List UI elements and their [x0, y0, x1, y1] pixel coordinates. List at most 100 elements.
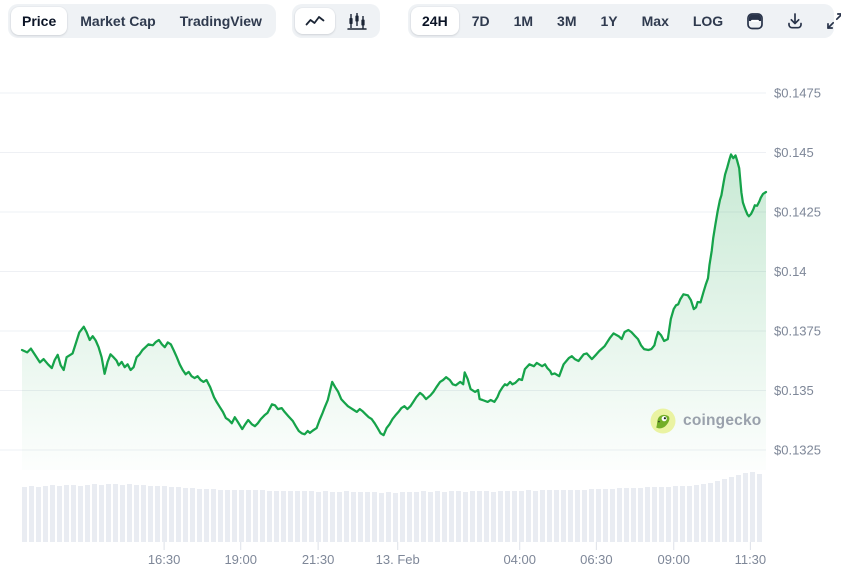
volume-bar	[729, 477, 734, 542]
x-axis-label: 11:30	[735, 552, 767, 567]
tab-tradingview[interactable]: TradingView	[169, 7, 273, 35]
range-1y[interactable]: 1Y	[590, 7, 629, 35]
volume-bar	[295, 491, 300, 542]
x-axis-label: 13. Feb	[376, 552, 420, 567]
range-24h[interactable]: 24H	[411, 7, 459, 35]
download-icon	[785, 11, 805, 31]
volume-bar	[428, 492, 433, 542]
volume-bar	[519, 491, 524, 542]
x-axis-label: 06:30	[580, 552, 613, 567]
volume-bar	[442, 492, 447, 542]
volume-bar	[645, 487, 650, 542]
y-axis-label: $0.1475	[774, 86, 821, 101]
x-axis-label: 09:00	[657, 552, 690, 567]
volume-bar	[113, 484, 118, 542]
volume-bar	[435, 491, 440, 542]
range-log[interactable]: LOG	[682, 7, 734, 35]
download-button[interactable]	[776, 7, 814, 35]
volume-bar	[197, 489, 202, 542]
candlestick-chart-button[interactable]	[337, 8, 377, 34]
volume-bar	[309, 491, 314, 542]
range-1m[interactable]: 1M	[503, 7, 544, 35]
range-3m[interactable]: 3M	[546, 7, 587, 35]
volume-bar	[274, 491, 279, 542]
volume-bar	[43, 486, 48, 542]
x-axis-label: 21:30	[302, 552, 335, 567]
volume-bar	[470, 491, 475, 542]
volume-bar	[624, 488, 629, 542]
volume-bar	[246, 490, 251, 542]
volume-bar	[477, 491, 482, 542]
price-chart-panel: $0.1475$0.145$0.1425$0.14$0.1375$0.135$0…	[0, 0, 841, 577]
volume-bar	[680, 486, 685, 542]
volume-bar	[512, 491, 517, 542]
x-axis-label: 16:30	[148, 552, 181, 567]
chart-toolbar: Price Market Cap TradingView	[0, 0, 841, 42]
volume-bar	[316, 492, 321, 542]
volume-bar	[183, 488, 188, 542]
price-chart[interactable]: $0.1475$0.145$0.1425$0.14$0.1375$0.135$0…	[0, 0, 841, 577]
volume-bar	[393, 493, 398, 542]
volume-bar	[694, 485, 699, 542]
volume-bar	[547, 490, 552, 542]
volume-bar	[169, 487, 174, 542]
volume-bar	[92, 484, 97, 542]
volume-bar	[617, 488, 622, 542]
y-axis-label: $0.145	[774, 145, 814, 160]
volume-bar	[288, 491, 293, 542]
volume-bar	[127, 484, 132, 542]
volume-bar	[330, 492, 335, 542]
volume-bar	[337, 492, 342, 542]
volume-bar	[540, 490, 545, 542]
volume-bar	[22, 487, 27, 542]
volume-bar	[533, 491, 538, 542]
volume-bar	[50, 485, 55, 542]
volume-bar	[400, 492, 405, 542]
y-axis-label: $0.1375	[774, 324, 821, 339]
volume-bar	[666, 487, 671, 542]
y-axis-label: $0.1325	[774, 443, 821, 458]
calendar-icon	[745, 11, 765, 31]
time-range-tabs: 24H 7D 1M 3M 1Y Max LOG	[408, 4, 834, 38]
volume-bar	[232, 490, 237, 542]
volume-bar	[351, 492, 356, 542]
volume-bar	[568, 490, 573, 542]
volume-bar	[78, 486, 83, 542]
volume-bar	[190, 488, 195, 542]
line-chart-button[interactable]	[295, 8, 335, 34]
volume-bar	[449, 491, 454, 542]
volume-bar	[743, 473, 748, 542]
volume-bar	[526, 490, 531, 542]
volume-bar	[372, 492, 377, 542]
volume-bar	[757, 474, 762, 542]
volume-bar	[505, 491, 510, 542]
x-axis-label: 19:00	[224, 552, 257, 567]
volume-bar	[344, 491, 349, 542]
volume-bar	[484, 491, 489, 542]
volume-bar	[253, 490, 258, 542]
volume-bar	[29, 486, 34, 542]
volume-bar	[750, 472, 755, 542]
volume-bar	[456, 491, 461, 542]
calendar-button[interactable]	[736, 7, 774, 35]
volume-bar	[596, 489, 601, 542]
chart-type-toggle	[292, 4, 380, 38]
volume-bar	[575, 490, 580, 542]
volume-bar	[99, 485, 104, 542]
tab-price[interactable]: Price	[11, 7, 67, 35]
volume-bar	[631, 488, 636, 542]
volume-bar	[71, 485, 76, 542]
coingecko-logo-icon	[650, 408, 676, 434]
volume-bar	[323, 491, 328, 542]
volume-bar	[260, 490, 265, 542]
view-mode-tabs: Price Market Cap TradingView	[8, 4, 276, 38]
tab-market-cap[interactable]: Market Cap	[69, 7, 166, 35]
volume-bar	[365, 492, 370, 542]
volume-bar	[204, 489, 209, 542]
expand-button[interactable]	[816, 7, 841, 35]
coingecko-watermark: coingecko	[650, 408, 761, 434]
range-7d[interactable]: 7D	[461, 7, 501, 35]
volume-bar	[302, 491, 307, 542]
range-max[interactable]: Max	[631, 7, 680, 35]
volume-bar	[386, 492, 391, 542]
